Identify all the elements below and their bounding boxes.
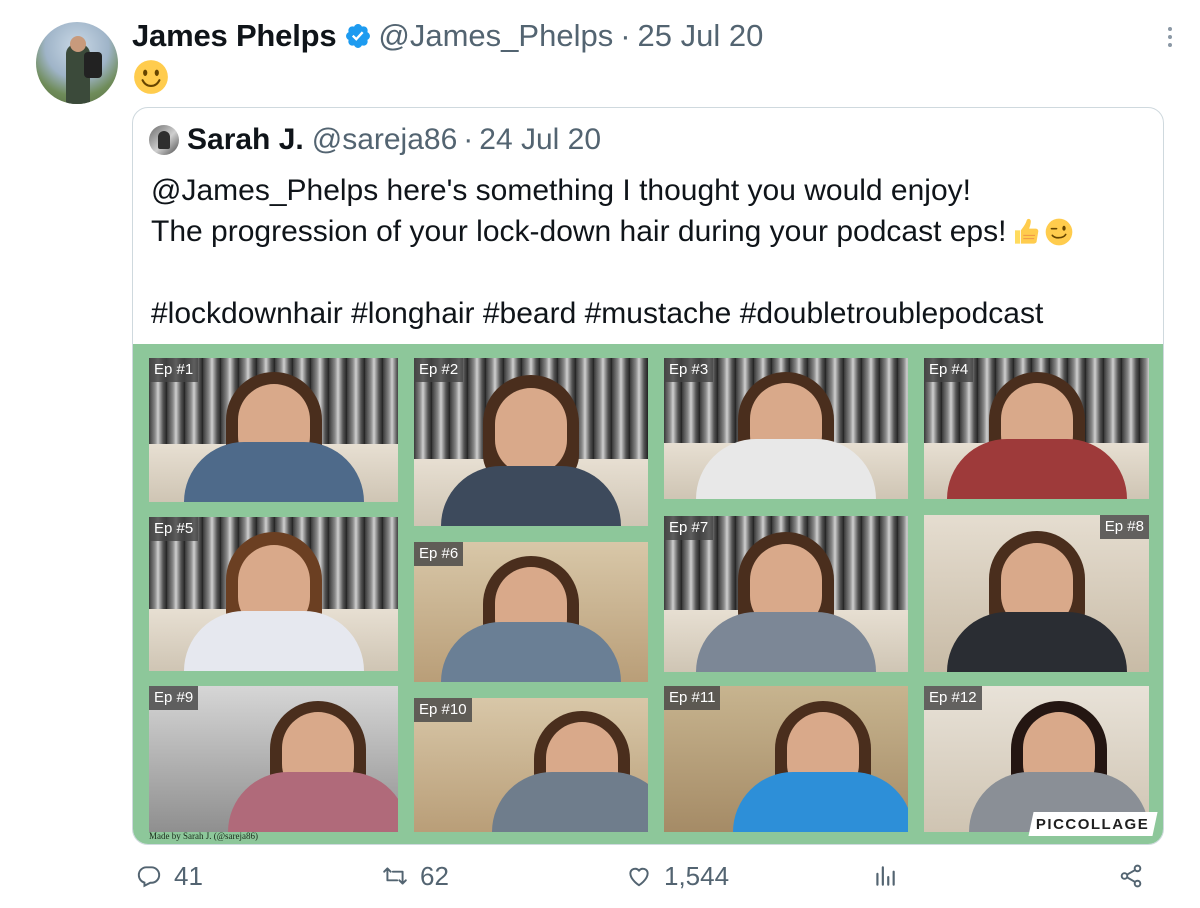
reply-button[interactable]: 41	[136, 856, 203, 896]
quoted-author-handle[interactable]: @sareja86	[312, 123, 458, 157]
episode-label: Ep #2	[414, 358, 464, 382]
collage-credit: Made by Sarah J. (@sareja86)	[149, 831, 259, 841]
episode-label: Ep #5	[149, 517, 199, 541]
episode-label: Ep #6	[414, 542, 464, 566]
tweet-date[interactable]: 25 Jul 20	[638, 18, 764, 54]
like-icon	[629, 867, 649, 887]
more-options-icon[interactable]	[1158, 22, 1182, 52]
quoted-tweet-header: Sarah J. @sareja86 · 24 Jul 20	[149, 122, 601, 158]
tile-body	[732, 772, 908, 832]
reply-icon	[137, 866, 161, 888]
action-bar: 41 62 1,544	[132, 856, 1152, 896]
tile-body	[183, 611, 364, 671]
collage-tile: Ep #9	[149, 686, 398, 832]
quoted-author-name[interactable]: Sarah J.	[187, 123, 304, 157]
share-button[interactable]	[1118, 856, 1156, 896]
thumbs-up-emoji	[1015, 218, 1039, 244]
quoted-header-separator: ·	[463, 123, 474, 156]
quoted-text-blank-line	[151, 252, 1151, 293]
episode-label: Ep #9	[149, 686, 199, 710]
tweet: James Phelps @James_Phelps · 25 Jul 20 S…	[0, 0, 1200, 908]
author-handle[interactable]: @James_Phelps	[378, 18, 613, 54]
episode-label: Ep #8	[1099, 515, 1149, 539]
collage-tile: Ep #3	[664, 358, 908, 499]
quoted-author-avatar[interactable]	[149, 125, 179, 155]
tile-body	[696, 612, 876, 672]
episode-label: Ep #11	[664, 686, 721, 710]
episode-label: Ep #3	[664, 358, 714, 382]
reply-count: 41	[174, 860, 203, 891]
more-dot	[1168, 43, 1172, 47]
tweet-header: James Phelps @James_Phelps · 25 Jul 20	[132, 16, 763, 56]
retweet-button[interactable]: 62	[382, 856, 449, 896]
tile-body	[441, 622, 621, 682]
piccollage-logo-text: PICCOLLAGE	[1036, 815, 1150, 833]
author-avatar[interactable]	[36, 22, 118, 104]
episode-label: Ep #1	[149, 358, 199, 382]
episode-label: Ep #12	[924, 686, 982, 710]
tile-face	[495, 388, 567, 475]
collage-tile: Ep #4	[924, 358, 1149, 499]
collage-tile: Ep #2	[414, 358, 648, 526]
views-button[interactable]	[872, 856, 910, 896]
quoted-tweet-text: @James_Phelps here's something I thought…	[151, 170, 1151, 334]
tile-body	[696, 439, 876, 499]
collage-tile: Ep #11	[664, 686, 908, 832]
winking-face-emoji	[1046, 218, 1073, 246]
collage-tile: Ep #5	[149, 517, 398, 671]
quoted-hashtags[interactable]: #lockdownhair #longhair #beard #mustache…	[151, 293, 1151, 334]
quoted-text-line-2-wrap: The progression of your lock-down hair d…	[151, 211, 1151, 252]
tile-body	[183, 442, 364, 502]
collage-tile: Ep #1	[149, 358, 398, 502]
piccollage-logo: PICCOLLAGE	[1028, 812, 1158, 836]
episode-label: Ep #10	[414, 698, 472, 722]
more-dot	[1168, 35, 1172, 39]
quoted-text-line-1: @James_Phelps here's something I thought…	[151, 174, 971, 207]
quoted-tweet-date[interactable]: 24 Jul 20	[479, 123, 601, 157]
collage-tile: Ep #10	[414, 698, 648, 832]
episode-label: Ep #4	[924, 358, 974, 382]
episode-label: Ep #7	[664, 516, 714, 540]
tile-body	[441, 466, 621, 526]
slightly-smiling-face-emoji	[134, 60, 168, 94]
like-count: 1,544	[664, 860, 730, 891]
avatar-figure-head	[70, 36, 86, 52]
quoted-tweet[interactable]: Sarah J. @sareja86 · 24 Jul 20 @James_Ph…	[132, 107, 1164, 845]
header-separator: ·	[620, 18, 631, 53]
collage-image[interactable]: Ep #1 Ep #2 Ep #3 Ep #4 Ep #5 Ep #6 Ep #…	[133, 344, 1163, 844]
share-icon	[1120, 864, 1142, 888]
collage-tile: Ep #12	[924, 686, 1149, 832]
tile-body	[946, 439, 1127, 499]
retweet-icon	[383, 867, 407, 885]
quoted-text-line-2: The progression of your lock-down hair d…	[151, 215, 1007, 248]
author-name[interactable]: James Phelps	[132, 18, 337, 54]
collage-tile: Ep #7	[664, 516, 908, 672]
avatar-figure-backpack	[84, 52, 102, 78]
tile-body	[946, 612, 1127, 672]
verified-badge-icon	[346, 24, 371, 48]
retweet-count: 62	[420, 860, 449, 891]
collage-tile: Ep #8	[924, 515, 1149, 672]
like-button[interactable]: 1,544	[626, 856, 729, 896]
more-dot	[1168, 27, 1172, 31]
views-icon	[876, 866, 895, 886]
collage-tile: Ep #6	[414, 542, 648, 682]
